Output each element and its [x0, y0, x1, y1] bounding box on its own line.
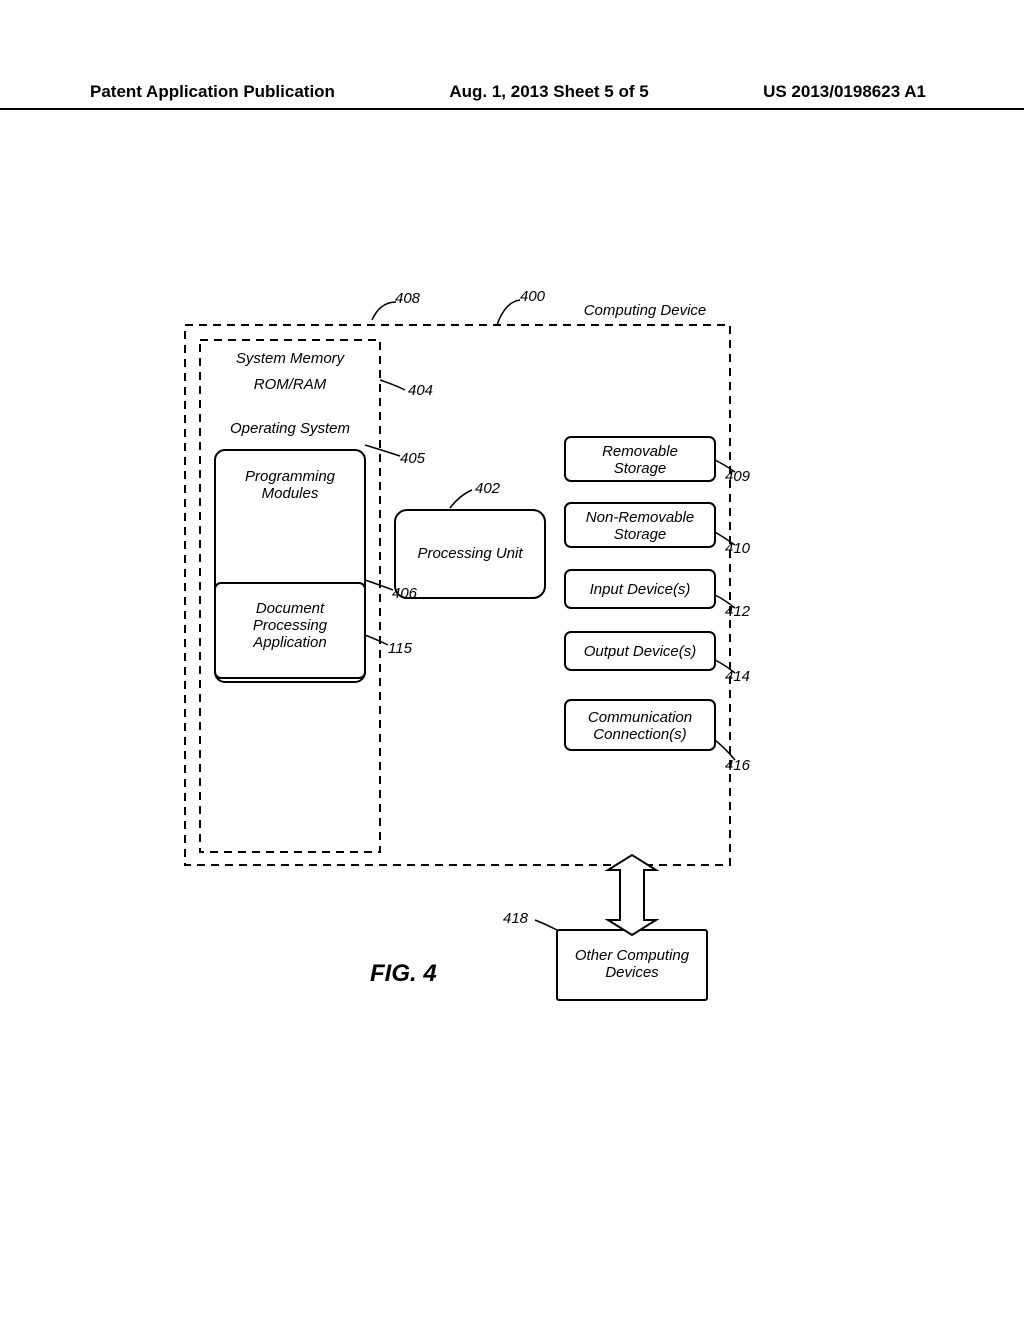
ref-416: 416: [725, 757, 750, 774]
label-output-devices: Output Device(s): [565, 643, 715, 660]
label-processing-unit: Processing Unit: [395, 545, 545, 562]
label-non-removable-storage: Non-Removable Storage: [565, 509, 715, 543]
label-computing-device: Computing Device: [565, 302, 725, 319]
label-system-memory: System Memory: [215, 350, 365, 367]
label-communication-connections: Communication Connection(s): [565, 709, 715, 743]
label-operating-system: Operating System: [215, 420, 365, 437]
ref-409: 409: [725, 468, 750, 485]
label-other-computing-devices: Other Computing Devices: [557, 947, 707, 981]
figure-caption: FIG. 4: [370, 960, 437, 988]
label-doc-processing-app: Document Processing Application: [215, 600, 365, 651]
ref-412: 412: [725, 603, 750, 620]
ref-400: 400: [520, 288, 545, 305]
ref-410: 410: [725, 540, 750, 557]
ref-406: 406: [392, 585, 417, 602]
label-input-devices: Input Device(s): [565, 581, 715, 598]
ref-405: 405: [400, 450, 425, 467]
ref-402: 402: [475, 480, 500, 497]
ref-418: 418: [503, 910, 528, 927]
label-removable-storage: Removable Storage: [565, 443, 715, 477]
ref-115: 115: [388, 640, 412, 657]
ref-408: 408: [395, 290, 420, 307]
ref-404: 404: [408, 382, 433, 399]
figure-diagram: [0, 0, 1024, 1320]
label-programming-modules: Programming Modules: [215, 468, 365, 502]
ref-414: 414: [725, 668, 750, 685]
label-rom-ram: ROM/RAM: [215, 376, 365, 393]
